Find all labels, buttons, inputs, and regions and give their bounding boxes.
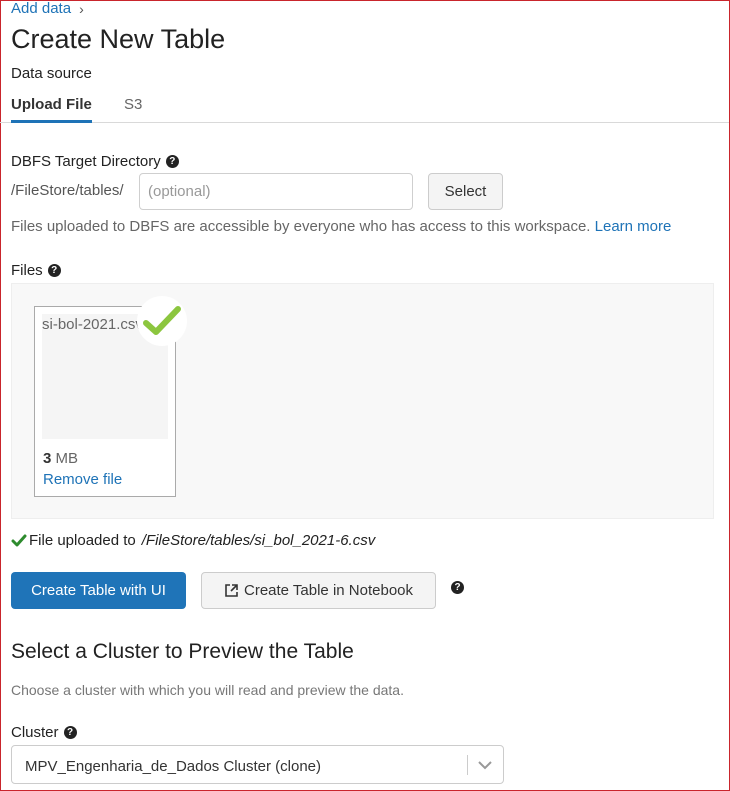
file-dropzone[interactable]: si-bol-2021.csv 3 MB Remove file: [11, 283, 714, 519]
dbfs-directory-input[interactable]: [139, 173, 413, 210]
data-source-label: Data source: [11, 65, 92, 82]
checkmark-icon-svg: [143, 306, 181, 335]
cluster-description: Choose a cluster with which you will rea…: [11, 682, 404, 698]
breadcrumb: Add data ›: [11, 0, 84, 17]
create-table-ui-button[interactable]: Create Table with UI: [11, 572, 186, 609]
create-table-notebook-label: Create Table in Notebook: [244, 582, 413, 599]
question-circle-icon[interactable]: ?: [165, 155, 179, 168]
tab-upload-file[interactable]: Upload File: [11, 96, 92, 123]
create-table-notebook-button[interactable]: Create Table in Notebook: [201, 572, 436, 609]
cluster-label-text: Cluster: [11, 724, 59, 741]
data-source-tabs: Upload File S3: [0, 94, 729, 123]
upload-status-path: /FileStore/tables/si_bol_2021-6.csv: [141, 532, 376, 549]
remove-file-link[interactable]: Remove file: [43, 471, 122, 488]
file-size-unit: MB: [55, 450, 79, 467]
dbfs-label-text: DBFS Target Directory: [11, 153, 161, 170]
access-note-text: Files uploaded to DBFS are accessible by…: [11, 218, 591, 235]
cluster-select[interactable]: MPV_Engenharia_de_Dados Cluster (clone): [11, 745, 504, 784]
file-size: 3 MB: [43, 450, 78, 467]
page-title: Create New Table: [11, 24, 226, 54]
cluster-label: Cluster ?: [11, 724, 77, 741]
path-prefix: /FileStore/tables/: [11, 182, 124, 199]
select-divider: [467, 755, 468, 775]
files-label-text: Files: [11, 262, 43, 279]
chevron-down-icon[interactable]: [477, 758, 493, 772]
checkmark-icon: [137, 296, 187, 346]
chevron-right-icon: ›: [79, 0, 84, 17]
cluster-section-title: Select a Cluster to Preview the Table: [11, 640, 354, 663]
file-name: si-bol-2021.csv: [42, 316, 142, 333]
dbfs-target-directory-label: DBFS Target Directory ?: [11, 153, 179, 170]
files-label: Files ?: [11, 262, 61, 279]
file-card: si-bol-2021.csv 3 MB Remove file: [34, 296, 187, 497]
question-circle-icon[interactable]: ?: [451, 581, 464, 594]
checkmark-icon: [11, 534, 27, 546]
learn-more-link[interactable]: Learn more: [595, 218, 672, 235]
question-circle-icon[interactable]: ?: [63, 726, 77, 739]
upload-status: File uploaded to /FileStore/tables/si_bo…: [11, 532, 375, 549]
external-link-icon: [225, 584, 238, 597]
breadcrumb-add-data-link[interactable]: Add data: [11, 0, 71, 17]
tab-s3[interactable]: S3: [124, 96, 142, 123]
question-circle-icon[interactable]: ?: [47, 264, 61, 277]
cluster-selected-value: MPV_Engenharia_de_Dados Cluster (clone): [25, 758, 322, 775]
upload-status-prefix: File uploaded to: [29, 532, 136, 549]
access-note: Files uploaded to DBFS are accessible by…: [11, 218, 671, 235]
file-size-value: 3: [43, 450, 52, 467]
select-button[interactable]: Select: [428, 173, 503, 210]
